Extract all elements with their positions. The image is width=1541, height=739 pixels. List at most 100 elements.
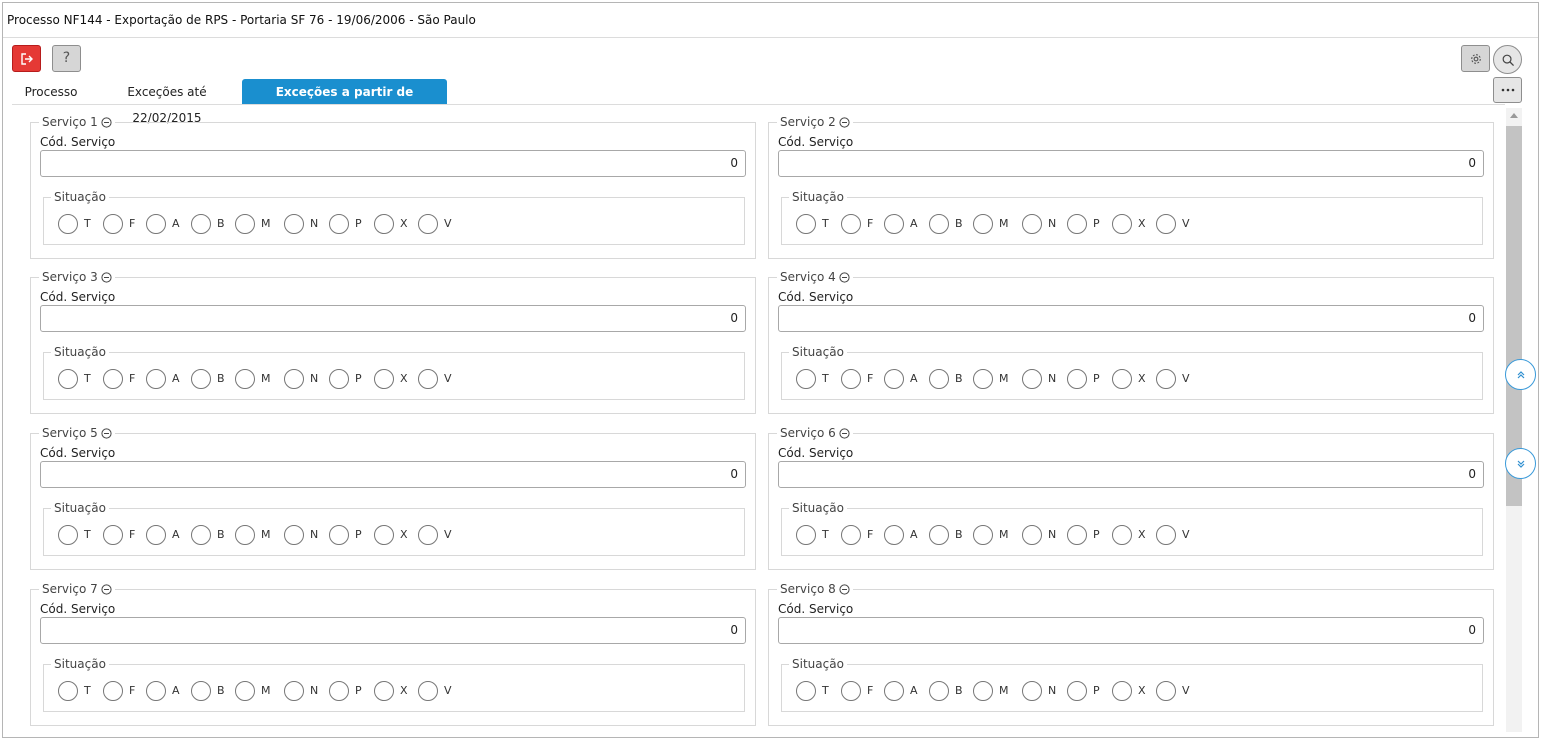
situacao-radio-n[interactable] — [1022, 369, 1042, 389]
situacao-radio-n[interactable] — [1022, 681, 1042, 701]
situacao-radio-t[interactable] — [796, 214, 816, 234]
more-options-button[interactable] — [1493, 77, 1522, 103]
service-code-input[interactable]: 0 — [40, 150, 746, 177]
situacao-radio-a[interactable] — [146, 681, 166, 701]
situacao-radio-v[interactable] — [1156, 681, 1176, 701]
situacao-radio-x[interactable] — [374, 525, 394, 545]
situacao-radio-p[interactable] — [329, 369, 349, 389]
minus-circle-icon[interactable] — [101, 428, 112, 439]
situacao-radio-b[interactable] — [929, 525, 949, 545]
situacao-radio-f[interactable] — [103, 369, 123, 389]
situacao-radio-v[interactable] — [418, 369, 438, 389]
situacao-radio-b[interactable] — [929, 681, 949, 701]
situacao-radio-m[interactable] — [235, 681, 255, 701]
situacao-radio-t[interactable] — [796, 525, 816, 545]
situacao-radio-p[interactable] — [1067, 681, 1087, 701]
situacao-radio-p[interactable] — [329, 214, 349, 234]
situacao-radio-m[interactable] — [235, 525, 255, 545]
situacao-radio-b[interactable] — [191, 681, 211, 701]
minus-circle-icon[interactable] — [101, 584, 112, 595]
situacao-radio-a[interactable] — [884, 525, 904, 545]
minus-circle-icon[interactable] — [839, 117, 850, 128]
service-code-input[interactable]: 0 — [778, 305, 1484, 332]
service-code-input[interactable]: 0 — [40, 305, 746, 332]
search-button[interactable] — [1493, 45, 1522, 74]
situacao-radio-f[interactable] — [103, 681, 123, 701]
minus-circle-icon[interactable] — [839, 272, 850, 283]
situacao-radio-n[interactable] — [284, 525, 304, 545]
help-button[interactable]: ? — [52, 45, 81, 72]
situacao-radio-p[interactable] — [329, 681, 349, 701]
situacao-radio-p[interactable] — [329, 525, 349, 545]
situacao-radio-f[interactable] — [841, 369, 861, 389]
situacao-radio-t[interactable] — [796, 681, 816, 701]
situacao-radio-f[interactable] — [841, 214, 861, 234]
scroll-up-arrow[interactable] — [1510, 113, 1518, 118]
situacao-radio-p[interactable] — [1067, 525, 1087, 545]
situacao-radio-t[interactable] — [58, 525, 78, 545]
situacao-radio-a[interactable] — [884, 369, 904, 389]
service-code-input[interactable]: 0 — [778, 617, 1484, 644]
situacao-radio-v[interactable] — [418, 214, 438, 234]
minus-circle-icon[interactable] — [101, 117, 112, 128]
situacao-radio-b[interactable] — [929, 214, 949, 234]
situacao-radio-m[interactable] — [973, 681, 993, 701]
situacao-radio-v[interactable] — [418, 681, 438, 701]
tab-processo[interactable]: Processo — [18, 79, 84, 105]
service-code-input[interactable]: 0 — [778, 150, 1484, 177]
situacao-radio-f[interactable] — [103, 214, 123, 234]
tab-excecoes-a-partir[interactable]: Exceções a partir de 23/02/2015 — [242, 79, 447, 125]
situacao-radio-a[interactable] — [884, 214, 904, 234]
situacao-radio-n[interactable] — [284, 681, 304, 701]
situacao-radio-n[interactable] — [1022, 214, 1042, 234]
situacao-radio-v[interactable] — [1156, 214, 1176, 234]
situacao-radio-x[interactable] — [374, 214, 394, 234]
service-code-input[interactable]: 0 — [40, 461, 746, 488]
situacao-radio-t[interactable] — [58, 214, 78, 234]
scroll-bottom-button[interactable] — [1505, 448, 1536, 479]
situacao-radio-a[interactable] — [146, 525, 166, 545]
situacao-radio-m[interactable] — [973, 369, 993, 389]
situacao-radio-x[interactable] — [1112, 681, 1132, 701]
situacao-radio-b[interactable] — [191, 369, 211, 389]
situacao-radio-f[interactable] — [841, 681, 861, 701]
situacao-radio-n[interactable] — [284, 369, 304, 389]
situacao-radio-a[interactable] — [146, 214, 166, 234]
situacao-radio-b[interactable] — [929, 369, 949, 389]
situacao-radio-b[interactable] — [191, 214, 211, 234]
situacao-label: Situação — [51, 500, 109, 517]
situacao-radio-t[interactable] — [58, 369, 78, 389]
situacao-radio-p[interactable] — [1067, 214, 1087, 234]
situacao-radio-b[interactable] — [191, 525, 211, 545]
exit-button[interactable] — [12, 45, 41, 72]
situacao-radio-f[interactable] — [103, 525, 123, 545]
situacao-radio-t[interactable] — [58, 681, 78, 701]
situacao-radio-p[interactable] — [1067, 369, 1087, 389]
situacao-radio-t[interactable] — [796, 369, 816, 389]
situacao-radio-f[interactable] — [841, 525, 861, 545]
service-code-input[interactable]: 0 — [40, 617, 746, 644]
situacao-radio-v[interactable] — [1156, 369, 1176, 389]
minus-circle-icon[interactable] — [839, 428, 850, 439]
situacao-radio-m[interactable] — [235, 369, 255, 389]
situacao-radio-x[interactable] — [1112, 525, 1132, 545]
minus-circle-icon[interactable] — [839, 584, 850, 595]
service-code-input[interactable]: 0 — [778, 461, 1484, 488]
situacao-radio-m[interactable] — [973, 525, 993, 545]
situacao-radio-m[interactable] — [973, 214, 993, 234]
situacao-radio-x[interactable] — [374, 369, 394, 389]
situacao-radio-v[interactable] — [1156, 525, 1176, 545]
situacao-radio-n[interactable] — [284, 214, 304, 234]
situacao-radio-x[interactable] — [1112, 214, 1132, 234]
situacao-radio-m[interactable] — [235, 214, 255, 234]
situacao-radio-a[interactable] — [146, 369, 166, 389]
scroll-top-button[interactable] — [1505, 359, 1536, 390]
situacao-radio-v[interactable] — [418, 525, 438, 545]
situacao-radio-n[interactable] — [1022, 525, 1042, 545]
settings-button[interactable] — [1461, 45, 1490, 72]
situacao-radio-x[interactable] — [374, 681, 394, 701]
minus-circle-icon[interactable] — [101, 272, 112, 283]
tab-excecoes-ate[interactable]: Exceções até 22/02/2015 — [92, 79, 242, 125]
situacao-radio-x[interactable] — [1112, 369, 1132, 389]
situacao-radio-a[interactable] — [884, 681, 904, 701]
